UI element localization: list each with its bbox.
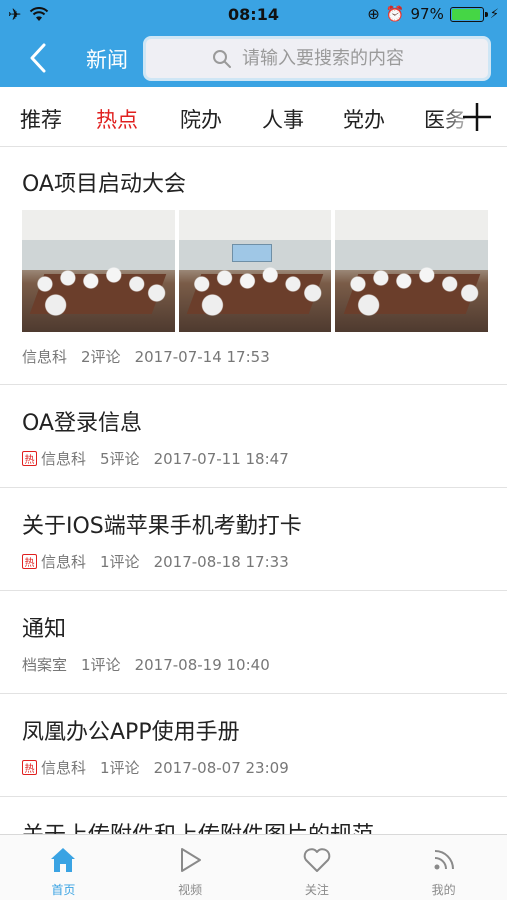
item-source: 档案室	[22, 656, 68, 674]
item-meta: 档案室 1评论 2017-08-19 10:40	[22, 654, 284, 675]
meeting-photo	[178, 210, 332, 332]
item-comments: 2评论	[81, 348, 121, 366]
item-title: 凤凰办公APP使用手册	[22, 720, 240, 745]
tab-president-office[interactable]: 院办	[180, 104, 222, 134]
tabbar-follow[interactable]: 关注	[254, 835, 381, 900]
item-title: OA项目启动大会	[22, 172, 186, 197]
tabbar-mine[interactable]: 我的	[380, 835, 507, 900]
item-meta: 信息科 2评论 2017-07-14 17:53	[22, 346, 284, 367]
item-meta: 热 信息科 5评论 2017-07-11 18:47	[22, 448, 303, 469]
rss-icon	[434, 850, 454, 870]
item-photos	[22, 210, 489, 332]
item-datetime: 2017-07-14 17:53	[134, 347, 270, 366]
back-button[interactable]	[18, 40, 58, 76]
tab-personnel[interactable]: 人事	[262, 104, 304, 134]
tabbar-label: 我的	[431, 883, 456, 897]
item-meta: 热 信息科 1评论 2017-08-07 23:09	[22, 757, 303, 778]
item-title: OA登录信息	[22, 411, 142, 436]
hot-tag: 热	[22, 760, 37, 775]
item-title: 通知	[22, 617, 67, 642]
search-icon	[213, 49, 231, 68]
meeting-photo	[22, 210, 175, 332]
item-source: 信息科	[41, 450, 87, 468]
item-meta: 热 信息科 1评论 2017-08-18 17:33	[22, 551, 303, 572]
bottom-tab-bar: 首页 视频 关注 我的	[0, 834, 507, 900]
battery-percent: 97%	[410, 5, 444, 23]
tab-hot[interactable]: 热点	[96, 104, 138, 134]
orientation-lock-icon: ⊕	[367, 5, 380, 23]
tab-party-office[interactable]: 党办	[343, 104, 385, 134]
meeting-photo	[335, 210, 489, 332]
list-item[interactable]: 关于上传附件和上传附件图片的规范	[0, 797, 507, 834]
top-bar: ✈ 08:14 ⊕ ⏰ 97% ⚡ 新闻	[0, 0, 507, 87]
list-item[interactable]: OA登录信息 热 信息科 5评论 2017-07-11 18:47	[0, 385, 507, 488]
battery-icon	[449, 6, 488, 22]
tabbar-home[interactable]: 首页	[0, 835, 127, 900]
item-source: 信息科	[41, 759, 87, 777]
tabbar-label: 视频	[178, 883, 203, 897]
item-comments: 1评论	[100, 759, 140, 777]
list-item[interactable]: OA项目启动大会 信息科 2评论 2017-07-14 17:53	[0, 148, 507, 385]
hot-tag: 热	[22, 451, 37, 466]
item-datetime: 2017-08-19 10:40	[134, 655, 270, 674]
page-title: 新闻	[86, 48, 128, 72]
status-right: ⊕ ⏰ 97% ⚡	[367, 5, 499, 23]
item-datetime: 2017-08-07 23:09	[153, 758, 289, 777]
hot-tag: 热	[22, 554, 37, 569]
tabbar-label: 关注	[304, 883, 329, 897]
home-icon	[51, 848, 76, 872]
tabbar-label: 首页	[51, 883, 76, 897]
heart-icon	[303, 848, 331, 872]
item-datetime: 2017-08-18 17:33	[153, 552, 289, 571]
search-box[interactable]	[143, 36, 491, 81]
item-datetime: 2017-07-11 18:47	[153, 449, 289, 468]
item-title: 关于上传附件和上传附件图片的规范	[22, 817, 374, 834]
tab-recommend[interactable]: 推荐	[20, 104, 62, 134]
item-comments: 1评论	[100, 553, 140, 571]
charging-icon: ⚡	[489, 6, 499, 22]
search-input[interactable]	[242, 48, 422, 69]
play-icon	[181, 848, 202, 872]
add-tab-icon[interactable]	[459, 99, 495, 135]
list-item[interactable]: 关于IOS端苹果手机考勤打卡 热 信息科 1评论 2017-08-18 17:3…	[0, 488, 507, 591]
list-item[interactable]: 凤凰办公APP使用手册 热 信息科 1评论 2017-08-07 23:09	[0, 694, 507, 797]
item-source: 信息科	[41, 553, 87, 571]
category-tabs: 推荐 热点 院办 人事 党办 医务	[0, 87, 507, 147]
news-feed: OA项目启动大会 信息科 2评论 2017-07-14 17:53 OA登录信息…	[0, 148, 507, 834]
chevron-left-icon	[30, 43, 46, 73]
list-item[interactable]: 通知 档案室 1评论 2017-08-19 10:40	[0, 591, 507, 694]
tabbar-video[interactable]: 视频	[127, 835, 254, 900]
item-source: 信息科	[22, 348, 68, 366]
item-comments: 1评论	[81, 656, 121, 674]
item-comments: 5评论	[100, 450, 140, 468]
status-bar: ✈ 08:14 ⊕ ⏰ 97% ⚡	[0, 0, 507, 30]
nav-bar: 新闻	[0, 30, 507, 87]
alarm-icon: ⏰	[385, 5, 405, 23]
item-title: 关于IOS端苹果手机考勤打卡	[22, 514, 302, 539]
